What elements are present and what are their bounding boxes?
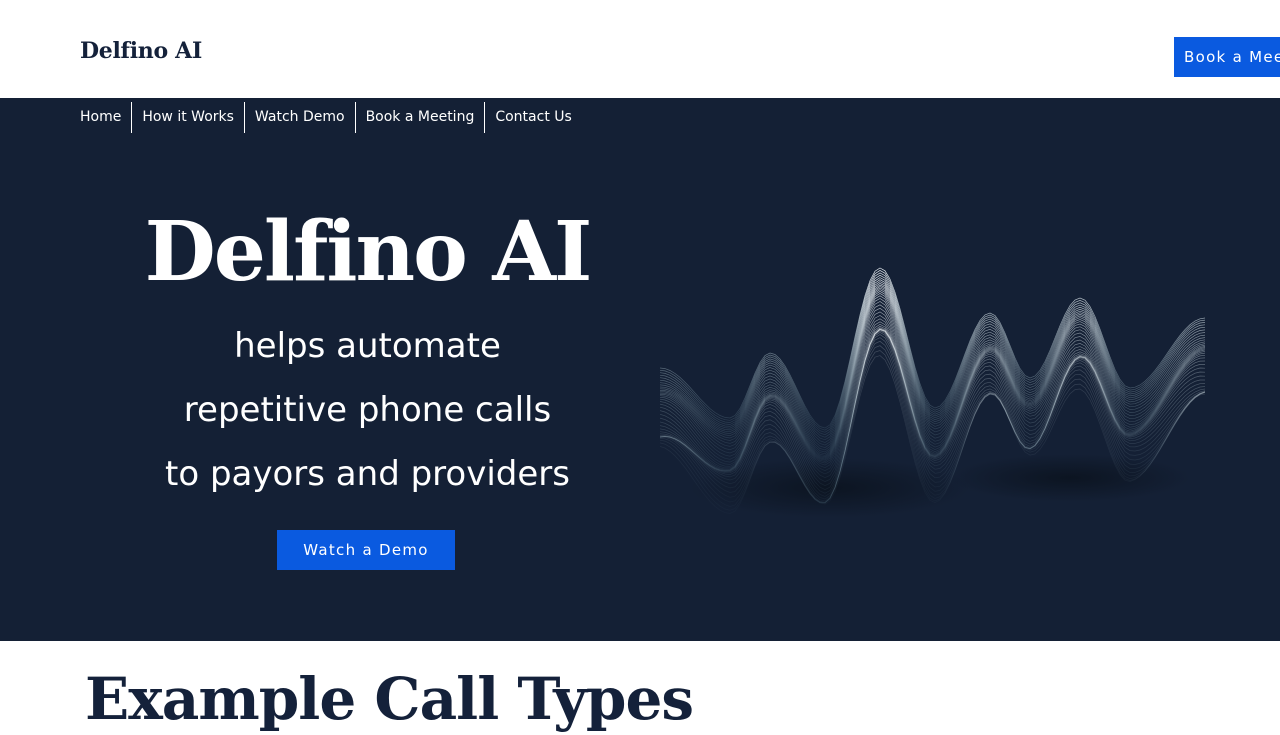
hero-text: Delfino AI helps automate repetitive pho…: [120, 198, 615, 506]
hero-subtitle-line: to payors and providers: [165, 454, 570, 494]
hero-subtitle: helps automate repetitive phone calls to…: [120, 314, 615, 506]
wave-line: [660, 269, 1205, 431]
nav-item-contact-us[interactable]: Contact Us: [484, 102, 581, 133]
nav-item-book-meeting[interactable]: Book a Meeting: [354, 102, 485, 133]
hero-subtitle-line: helps automate: [234, 326, 501, 366]
site-header: Delfino AI Book a Meeting: [0, 0, 1280, 98]
nav-item-home[interactable]: Home: [80, 102, 131, 133]
site-logo[interactable]: Delfino AI: [80, 34, 202, 68]
wave-line: [660, 311, 1205, 466]
section-heading: Example Call Types: [85, 665, 694, 733]
wave-line: [660, 272, 1205, 433]
watch-demo-button[interactable]: Watch a Demo: [277, 530, 455, 570]
main-nav: Home How it Works Watch Demo Book a Meet…: [80, 102, 582, 133]
hero-subtitle-line: repetitive phone calls: [183, 390, 552, 430]
book-meeting-button[interactable]: Book a Meeting: [1174, 37, 1280, 77]
nav-item-watch-demo[interactable]: Watch Demo: [243, 102, 355, 133]
hero-title: Delfino AI: [144, 204, 593, 300]
sound-wave-illustration: [660, 267, 1205, 518]
nav-item-how-it-works[interactable]: How it Works: [131, 102, 244, 133]
hero-section: Home How it Works Watch Demo Book a Meet…: [0, 98, 1280, 641]
